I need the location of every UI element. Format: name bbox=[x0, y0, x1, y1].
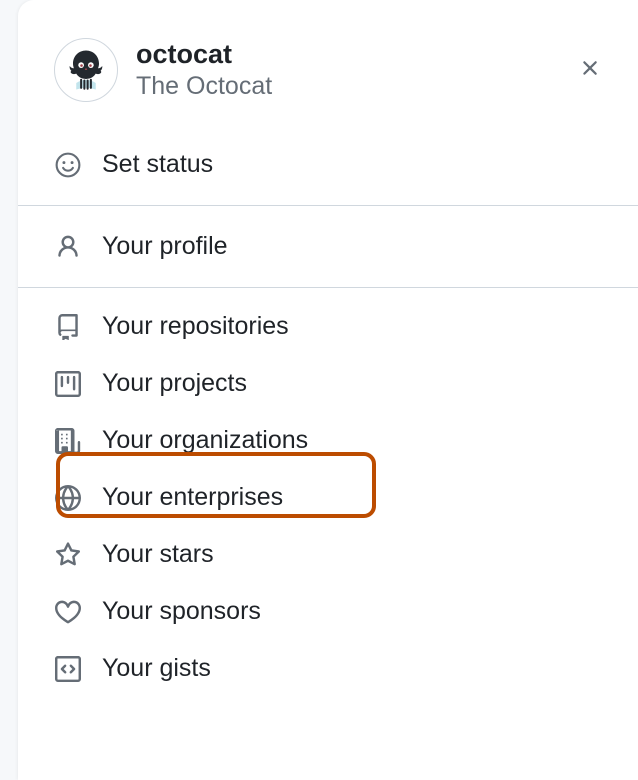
menu-your-projects[interactable]: Your projects bbox=[18, 355, 638, 412]
menu-your-gists[interactable]: Your gists bbox=[18, 640, 638, 707]
menu-set-status[interactable]: Set status bbox=[18, 130, 638, 205]
organization-icon bbox=[54, 427, 82, 455]
globe-icon bbox=[54, 484, 82, 512]
octocat-avatar-image bbox=[60, 44, 112, 96]
user-header: octocat The Octocat bbox=[18, 18, 638, 130]
star-icon bbox=[54, 541, 82, 569]
menu-label: Your profile bbox=[102, 232, 228, 261]
menu-your-profile[interactable]: Your profile bbox=[18, 206, 638, 287]
username: octocat bbox=[136, 38, 272, 70]
menu-label: Your projects bbox=[102, 369, 247, 398]
user-info: octocat The Octocat bbox=[136, 38, 272, 102]
menu-your-stars[interactable]: Your stars bbox=[18, 526, 638, 583]
menu-your-repositories[interactable]: Your repositories bbox=[18, 288, 638, 355]
close-button[interactable] bbox=[576, 54, 604, 82]
menu-your-organizations[interactable]: Your organizations bbox=[18, 412, 638, 469]
menu-your-enterprises[interactable]: Your enterprises bbox=[18, 469, 638, 526]
menu-label: Set status bbox=[102, 150, 213, 179]
smiley-icon bbox=[54, 151, 82, 179]
menu-label: Your repositories bbox=[102, 312, 289, 341]
menu-label: Your gists bbox=[102, 654, 211, 683]
user-fullname: The Octocat bbox=[136, 71, 272, 102]
heart-icon bbox=[54, 598, 82, 626]
repo-icon bbox=[54, 313, 82, 341]
menu-label: Your stars bbox=[102, 540, 214, 569]
code-square-icon bbox=[54, 655, 82, 683]
close-icon bbox=[578, 56, 602, 80]
menu-your-sponsors[interactable]: Your sponsors bbox=[18, 583, 638, 640]
menu-label: Your enterprises bbox=[102, 483, 283, 512]
user-menu-panel: octocat The Octocat Set status Your prof… bbox=[18, 0, 638, 780]
menu-label: Your sponsors bbox=[102, 597, 261, 626]
menu-label: Your organizations bbox=[102, 426, 308, 455]
person-icon bbox=[54, 233, 82, 261]
avatar[interactable] bbox=[54, 38, 118, 102]
project-icon bbox=[54, 370, 82, 398]
